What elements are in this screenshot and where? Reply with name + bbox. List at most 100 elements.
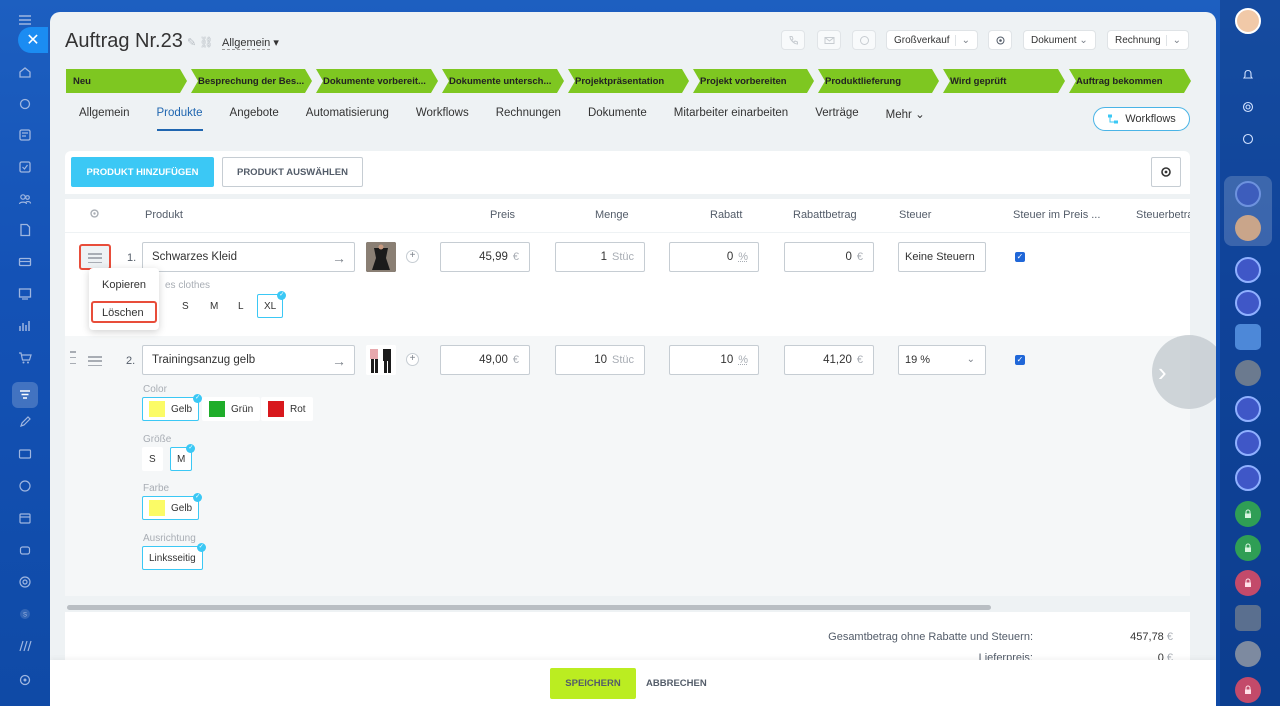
column-quantity[interactable]: Menge — [595, 209, 629, 221]
chat-icon[interactable] — [17, 478, 33, 494]
menu-item-copy[interactable]: Kopieren — [102, 279, 146, 291]
lock-icon[interactable] — [1235, 677, 1261, 703]
quantity-unit[interactable]: Stüc — [612, 354, 634, 366]
crm-filter-icon[interactable] — [12, 382, 38, 408]
quantity-unit[interactable]: Stüc — [612, 251, 634, 263]
add-image-icon[interactable]: + — [406, 250, 419, 263]
size-chip[interactable]: S — [142, 447, 163, 471]
edit-icon[interactable] — [17, 414, 33, 430]
tab-rechnungen[interactable]: Rechnungen — [496, 107, 561, 131]
tab-angebote[interactable]: Angebote — [230, 107, 279, 131]
stage-item[interactable]: Projektpräsentation — [568, 69, 689, 93]
close-slider-button[interactable]: ✕ — [18, 27, 48, 53]
discount-amount-field[interactable]: 0 € — [784, 242, 874, 272]
save-button[interactable]: SPEICHERN — [550, 668, 636, 699]
menu-item-delete[interactable]: Löschen — [102, 307, 144, 319]
menu-icon[interactable] — [17, 12, 33, 28]
arrow-right-icon[interactable]: → — [332, 353, 346, 369]
feed-icon[interactable] — [17, 127, 33, 143]
discount-unit[interactable]: % — [738, 354, 748, 366]
docs-icon[interactable] — [17, 222, 33, 238]
edit-link-icons[interactable]: ✎ ⛓ — [187, 36, 213, 49]
discount-field[interactable]: 10% — [669, 345, 759, 375]
product-name-field[interactable]: Schwarzes Kleid → — [142, 242, 355, 272]
calendar-icon[interactable] — [17, 510, 33, 526]
tab-mehr[interactable]: Mehr ⌄ — [886, 107, 925, 131]
lock-icon[interactable] — [1235, 535, 1261, 561]
color-chip-selected[interactable]: Gelb ✓ — [142, 493, 203, 520]
row-menu-button[interactable] — [79, 244, 111, 270]
color-chip-selected[interactable]: Gelb ✓ — [142, 394, 203, 421]
select-product-button[interactable]: PRODUKT AUSWÄHLEN — [222, 157, 363, 187]
workflows-button[interactable]: Workflows — [1093, 107, 1190, 131]
chat-avatar-bot[interactable] — [1235, 641, 1261, 667]
tab-mitarbeiter[interactable]: Mitarbeiter einarbeiten — [674, 107, 788, 131]
add-product-button[interactable]: PRODUKT HINZUFÜGEN — [71, 157, 214, 187]
drag-handle-icon[interactable] — [70, 351, 76, 364]
stage-item[interactable]: Wird geprüft — [943, 69, 1065, 93]
tax-included-checkbox[interactable]: ✓ — [1015, 355, 1025, 365]
quantity-field[interactable]: 10 Stüc — [555, 345, 645, 375]
activity-icon[interactable] — [1235, 94, 1261, 120]
cart-icon[interactable] — [17, 350, 33, 366]
horizontal-scrollbar[interactable] — [65, 604, 1190, 610]
chat-channel-icon[interactable] — [1235, 430, 1261, 456]
discount-unit[interactable]: % — [738, 251, 748, 263]
stage-item[interactable]: Dokumente untersch... — [442, 69, 564, 93]
row-menu-icon[interactable] — [88, 356, 102, 366]
column-tax-included[interactable]: Steuer im Preis ... — [1013, 209, 1100, 221]
chat-avatar-person[interactable] — [1235, 215, 1261, 241]
tab-automatisierung[interactable]: Automatisierung — [306, 107, 389, 131]
mail-icon[interactable] — [817, 30, 841, 50]
settings-icon[interactable] — [17, 672, 33, 688]
notifications-icon[interactable] — [1235, 62, 1261, 88]
analytics-icon[interactable] — [17, 318, 33, 334]
size-chip-selected[interactable]: XL ✓ — [257, 291, 287, 318]
chat-icon[interactable] — [852, 30, 876, 50]
card-icon[interactable] — [17, 254, 33, 270]
stage-item[interactable]: Besprechung der Bes... — [191, 69, 312, 93]
home-icon[interactable] — [17, 64, 33, 80]
lock-icon[interactable] — [1235, 570, 1261, 596]
gear-icon[interactable] — [988, 30, 1012, 50]
product-image[interactable] — [366, 242, 396, 272]
quantity-field[interactable]: 1 Stüc — [555, 242, 645, 272]
pipeline-select[interactable]: Großverkauf ⌄ — [886, 30, 978, 50]
target-icon[interactable] — [17, 574, 33, 590]
add-image-icon[interactable]: + — [406, 353, 419, 366]
color-chip[interactable]: Rot — [261, 397, 313, 421]
chat-channel-icon[interactable] — [1235, 290, 1261, 316]
stage-item[interactable]: Dokumente vorbereit... — [316, 69, 438, 93]
chat-avatar-h[interactable] — [1235, 181, 1261, 207]
stage-item[interactable]: Neu — [66, 69, 187, 93]
tab-allgemein[interactable]: Allgemein — [79, 107, 130, 131]
cancel-button[interactable]: ABBRECHEN — [646, 668, 707, 699]
size-chip[interactable]: L — [231, 294, 251, 318]
document-button[interactable]: Dokument ⌄ — [1023, 30, 1096, 50]
column-settings-icon[interactable] — [89, 208, 100, 222]
stage-item[interactable]: Projekt vorbereiten — [693, 69, 814, 93]
invoice-button[interactable]: Rechnung ⌄ — [1107, 30, 1189, 50]
contacts-icon[interactable] — [17, 191, 33, 207]
grid-settings-button[interactable] — [1151, 157, 1181, 187]
user-avatar[interactable] — [1235, 8, 1261, 34]
chat-avatar-group[interactable] — [1235, 360, 1261, 386]
scroll-right-button[interactable]: › — [1152, 335, 1216, 409]
lock-icon[interactable] — [1235, 501, 1261, 527]
alignment-chip-selected[interactable]: Linksseitig ✓ — [142, 543, 206, 570]
chat-channel-icon[interactable] — [1235, 396, 1261, 422]
arrow-right-icon[interactable]: → — [332, 250, 346, 266]
tax-included-checkbox[interactable]: ✓ — [1015, 252, 1025, 262]
chat-channel-icon[interactable] — [1235, 465, 1261, 491]
discount-amount-field[interactable]: 41,20 € — [784, 345, 874, 375]
chat-group-icon[interactable] — [1235, 324, 1261, 350]
robot-icon[interactable] — [17, 542, 33, 558]
column-price[interactable]: Preis — [490, 209, 515, 221]
size-chip-selected[interactable]: M ✓ — [170, 444, 196, 471]
board-icon[interactable] — [17, 286, 33, 302]
stage-item[interactable]: Auftrag bekommen — [1069, 69, 1191, 93]
sites-icon[interactable]: S — [17, 606, 33, 622]
price-field[interactable]: 49,00 € — [440, 345, 530, 375]
chat-channel-icon[interactable] — [1235, 257, 1261, 283]
scrollbar-thumb[interactable] — [67, 605, 991, 610]
